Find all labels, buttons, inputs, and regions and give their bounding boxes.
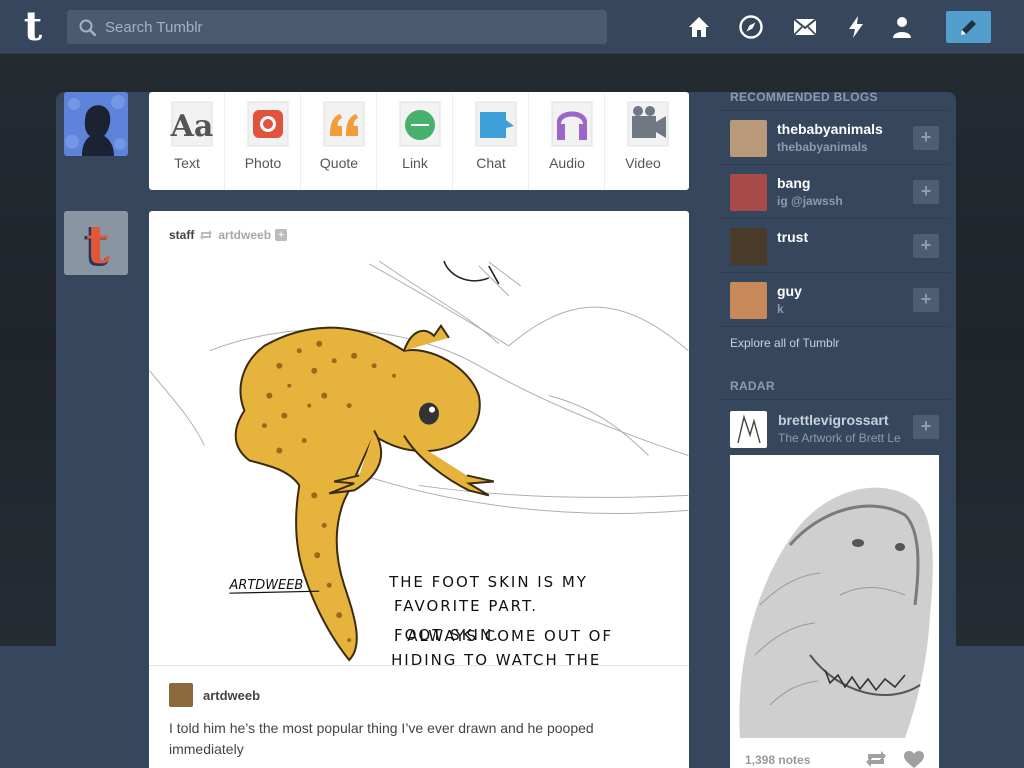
radar-blog-name[interactable]: brettlevigrossart <box>778 412 888 428</box>
staff-avatar-image: t t <box>64 211 128 275</box>
art-text-line: FAVORITE PART. <box>394 597 538 615</box>
follow-button[interactable]: + <box>913 288 939 312</box>
blog-name[interactable]: bang <box>777 175 810 191</box>
follow-button[interactable]: + <box>913 234 939 258</box>
blog-avatar[interactable] <box>730 228 767 265</box>
radar-avatar-sketch <box>737 414 761 444</box>
post-type-label: Photo <box>244 155 282 171</box>
svg-text:Aa: Aa <box>170 109 214 144</box>
recommended-blogs-list: thebabyanimals thebabyanimals + bang ig … <box>720 110 949 326</box>
radar-title: RADAR <box>730 379 775 393</box>
recommended-blog-item[interactable]: trust + <box>720 218 949 272</box>
caption-author-link[interactable]: artdweeb <box>203 688 260 703</box>
caption-author-avatar[interactable] <box>169 683 193 707</box>
recommended-blog-item[interactable]: guy k + <box>720 272 949 326</box>
recommended-blog-item[interactable]: thebabyanimals thebabyanimals + <box>720 110 949 164</box>
post-type-photo[interactable]: Photo <box>225 92 301 190</box>
account-icon[interactable] <box>889 14 915 40</box>
pencil-icon <box>961 20 976 35</box>
post-type-video[interactable]: Video <box>605 92 681 190</box>
heart-icon[interactable] <box>904 751 924 768</box>
radar-notes-count[interactable]: 1,398 notes <box>745 753 810 767</box>
post-type-chat[interactable]: Chat <box>453 92 529 190</box>
post-type-text[interactable]: Aa Text <box>149 92 225 190</box>
reblog-icon[interactable] <box>865 751 887 767</box>
chat-icon <box>475 101 517 147</box>
staff-avatar[interactable]: t t <box>64 211 128 275</box>
follow-button[interactable]: + <box>913 126 939 150</box>
blog-name[interactable]: trust <box>777 229 808 245</box>
search-icon <box>79 19 96 36</box>
recommended-blogs-title: RECOMMENDED BLOGS <box>730 90 878 104</box>
dinosaur-sketch-image[interactable] <box>730 455 939 738</box>
explore-tumblr-link[interactable]: Explore all of Tumblr <box>720 326 949 358</box>
art-text-line: HIDING TO WATCH THE <box>391 651 601 666</box>
activity-icon[interactable] <box>843 14 869 40</box>
quote-icon <box>323 101 365 147</box>
blog-avatar[interactable] <box>730 282 767 319</box>
blog-avatar[interactable] <box>730 120 767 157</box>
reblog-source-link[interactable]: artdweeb <box>218 228 271 242</box>
art-text-line: THE FOOT SKIN IS MY <box>388 573 588 591</box>
post-type-quote[interactable]: Quote <box>301 92 377 190</box>
tumblr-logo[interactable]: t <box>16 6 50 48</box>
recommended-blog-item[interactable]: bang ig @jawssh + <box>720 164 949 218</box>
video-icon <box>627 101 669 147</box>
reblog-icon <box>200 230 213 240</box>
follow-source-button[interactable]: + <box>275 229 288 241</box>
follow-button[interactable]: + <box>913 415 939 439</box>
photo-icon <box>247 101 289 147</box>
post-type-audio[interactable]: Audio <box>529 92 605 190</box>
post-caption: I told him he’s the most popular thing I… <box>169 720 594 757</box>
post-type-link[interactable]: Link <box>377 92 453 190</box>
caption-author-row: artdweeb <box>169 683 260 707</box>
user-avatar[interactable] <box>64 92 128 156</box>
art-text-line: FOOT SKIN. <box>394 626 500 644</box>
radar-blog-header: brettlevigrossart The Artwork of Brett L… <box>720 399 949 453</box>
art-signature: ARTDWEEB <box>228 578 303 593</box>
blog-subtitle: ig @jawssh <box>777 194 843 208</box>
blog-avatar[interactable] <box>730 174 767 211</box>
post-type-label: Text <box>174 155 200 171</box>
blog-subtitle: k <box>777 302 784 316</box>
search-box <box>67 10 607 44</box>
explore-icon[interactable] <box>738 14 764 40</box>
post-type-label: Link <box>402 155 428 171</box>
home-icon[interactable] <box>686 14 712 40</box>
svg-text:t: t <box>86 215 110 275</box>
radar-blog-avatar[interactable] <box>730 411 767 448</box>
link-icon <box>399 101 441 147</box>
post-type-label: Video <box>625 155 661 171</box>
blog-subtitle: thebabyanimals <box>777 140 868 154</box>
post-type-label: Quote <box>319 155 359 171</box>
post-header: staff artdweeb + <box>169 227 288 243</box>
follow-button[interactable]: + <box>913 180 939 204</box>
post-type-bar: Aa Text Photo Quote Link Chat Audio Vide… <box>149 92 689 190</box>
post-type-label: Audio <box>549 155 585 171</box>
gecko-illustration: THE FOOT SKIN IS MY FAVORITE PART. I ALW… <box>149 256 689 666</box>
blog-name[interactable]: thebabyanimals <box>777 121 883 137</box>
search-input[interactable] <box>105 10 595 44</box>
post-type-label: Chat <box>476 155 506 171</box>
text-icon: Aa <box>170 101 214 147</box>
silhouette-avatar-image <box>64 92 128 156</box>
radar-post-card: 1,398 notes <box>730 455 939 768</box>
top-navigation-bar: t <box>0 0 1024 54</box>
audio-icon <box>551 101 593 147</box>
mail-icon[interactable] <box>792 14 818 40</box>
blog-name[interactable]: guy <box>777 283 802 299</box>
post-author-link[interactable]: staff <box>169 228 194 242</box>
radar-blog-subtitle: The Artwork of Brett Le <box>778 431 901 445</box>
compose-button[interactable] <box>946 11 991 43</box>
post-card: staff artdweeb + THE FOOT SKIN IS MY FAV… <box>149 211 689 768</box>
